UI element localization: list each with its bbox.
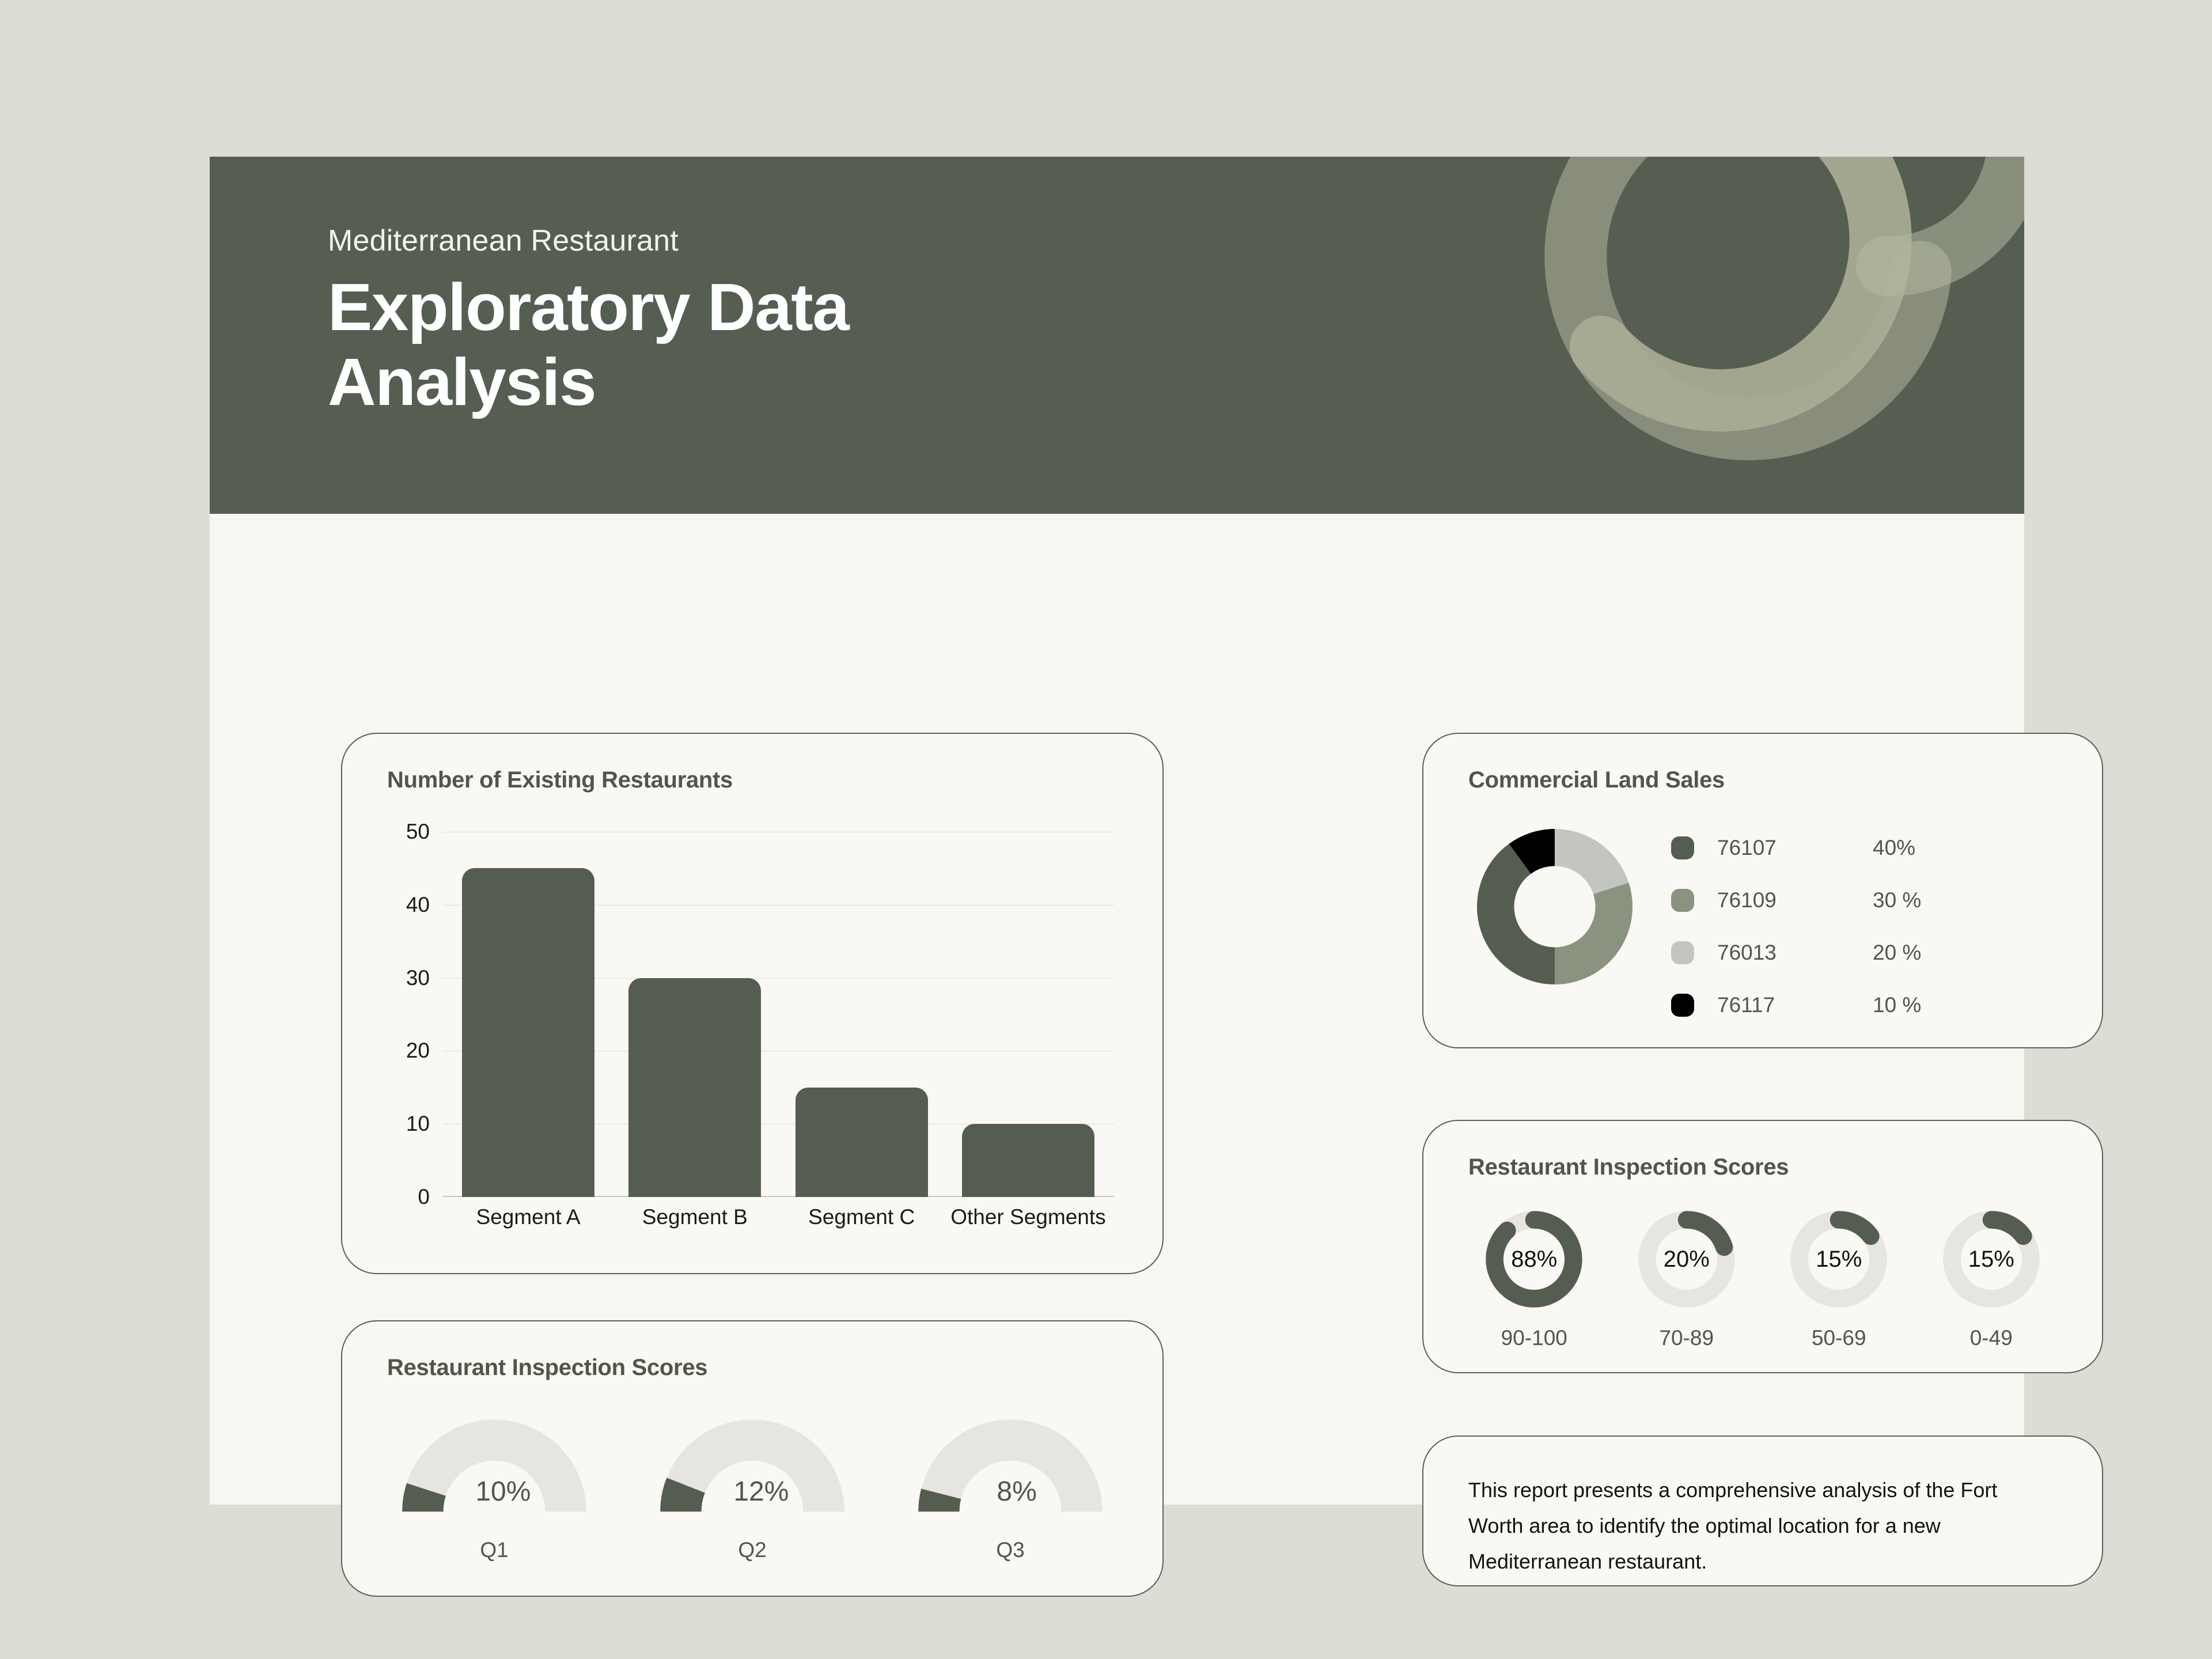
legend-label: 76013 — [1717, 940, 1777, 964]
radial-gauge-caption: 90-100 — [1501, 1326, 1567, 1350]
legend-swatch-icon — [1671, 836, 1694, 859]
bar-chart-bar-wrapper — [949, 832, 1107, 1197]
donut-slice[interactable] — [1555, 882, 1633, 984]
radial-gauge-ring: 88% — [1482, 1207, 1586, 1311]
legend-label: 76109 — [1717, 888, 1777, 912]
radial-gauge-caption: 50-69 — [1811, 1326, 1866, 1350]
legend-swatch-icon — [1671, 941, 1694, 964]
bar-chart-bar-wrapper — [449, 832, 607, 1197]
radial-gauge[interactable]: 88% 90-100 — [1468, 1207, 1600, 1350]
bar-chart-y-tick: 30 — [406, 965, 430, 990]
semicircle-gauge-caption: Q1 — [480, 1538, 509, 1562]
card-title-bar-chart: Number of Existing Restaurants — [387, 767, 733, 793]
legend-row[interactable]: 76109 30 % — [1671, 874, 2040, 926]
bar-chart-x-tick: Segment A — [476, 1205, 581, 1229]
bar-chart-x-tick: Segment B — [642, 1205, 748, 1229]
semicircle-gauge-value: 10% — [475, 1476, 531, 1507]
radial-gauge-ring: 20% — [1635, 1207, 1738, 1311]
bar-chart-bar[interactable] — [961, 1124, 1094, 1197]
radial-gauge-value: 88% — [1511, 1246, 1558, 1272]
card-inspection-scores-quarterly: Restaurant Inspection Scores 10% Q1 12% Q2 8… — [341, 1320, 1164, 1597]
radial-gauge-ring: 15% — [1940, 1207, 2043, 1311]
semicircle-gauge-caption: Q3 — [996, 1538, 1025, 1562]
page-title-line1: Exploratory Data — [328, 270, 850, 345]
bar-chart-bar[interactable] — [462, 868, 595, 1197]
summary-note-text: This report presents a comprehensive ana… — [1468, 1478, 1998, 1573]
bar-chart-y-tick: 50 — [406, 820, 430, 843]
legend-row[interactable]: 76013 20 % — [1671, 926, 2040, 979]
bar-chart: 0 10 20 30 40 50 Segment A Segment B Segment C O… — [387, 820, 1130, 1235]
legend-row[interactable]: 76107 40% — [1671, 821, 2040, 874]
semicircle-gauge-arc: 10% — [396, 1414, 592, 1517]
semicircle-gauge[interactable]: 12% Q2 — [631, 1414, 873, 1562]
bar-chart-x-axis: Segment A Segment B Segment C Other Segment… — [442, 1205, 1114, 1229]
bar-chart-y-tick: 20 — [406, 1039, 430, 1063]
donut-chart-legend: 76107 40% 76109 30 % 76013 20 % 76117 10 % — [1671, 821, 2040, 1031]
poster-header: Mediterranean Restaurant Exploratory Dat… — [210, 157, 2024, 514]
radial-gauge-value: 20% — [1663, 1246, 1710, 1272]
card-title-radial-gauges: Restaurant Inspection Scores — [1468, 1154, 1789, 1180]
donut-chart — [1468, 820, 1641, 993]
bar-chart-y-tick: 0 — [418, 1185, 430, 1209]
bar-chart-bar[interactable] — [795, 1087, 928, 1197]
legend-value: 20 % — [1873, 940, 1922, 964]
semicircle-gauge[interactable]: 10% Q1 — [373, 1414, 615, 1562]
bar-chart-bars — [442, 832, 1114, 1197]
header-eyebrow: Mediterranean Restaurant — [328, 224, 679, 257]
donut-slice[interactable] — [1555, 829, 1629, 895]
bar-chart-x-tick: Segment C — [808, 1205, 915, 1229]
radial-gauge[interactable]: 20% 70-89 — [1620, 1207, 1753, 1350]
legend-value: 40% — [1873, 835, 1916, 859]
semicircle-gauge-value: 12% — [733, 1476, 789, 1507]
bar-chart-plot-area — [442, 832, 1114, 1197]
radial-gauge[interactable]: 15% 0-49 — [1925, 1207, 2058, 1350]
semicircle-gauge-caption: Q2 — [738, 1538, 767, 1562]
legend-row[interactable]: 76117 10 % — [1671, 979, 2040, 1031]
legend-label: 76107 — [1717, 835, 1777, 859]
page-title: Exploratory Data Analysis — [328, 270, 850, 420]
donut-chart-svg — [1477, 829, 1633, 984]
semicircle-gauge-arc: 8% — [912, 1414, 1108, 1517]
card-existing-restaurants: Number of Existing Restaurants 0 10 20 30 40… — [341, 733, 1164, 1274]
bar-chart-y-axis: 0 10 20 30 40 50 — [387, 820, 440, 1209]
legend-value: 30 % — [1873, 888, 1922, 912]
legend-swatch-icon — [1671, 888, 1694, 912]
bar-chart-y-tick: 40 — [406, 892, 430, 916]
semicircle-gauge[interactable]: 8% Q3 — [889, 1414, 1131, 1562]
radial-gauge-value: 15% — [1816, 1246, 1862, 1272]
semicircle-gauge-arc: 12% — [654, 1414, 850, 1517]
bar-chart-x-tick: Other Segments — [950, 1205, 1106, 1229]
spiral-swirl-decoration — [1544, 157, 2024, 460]
card-inspection-scores-ranges: Restaurant Inspection Scores 88% 90-100 20… — [1422, 1120, 2103, 1373]
radial-gauge[interactable]: 15% 50-69 — [1772, 1207, 1905, 1350]
legend-label: 76117 — [1717, 993, 1775, 1017]
radial-gauge-group: 88% 90-100 20% 70-89 15% 50-69 15% 0-49 — [1458, 1207, 2067, 1350]
radial-gauge-ring: 15% — [1787, 1207, 1891, 1311]
card-commercial-land-sales: Commercial Land Sales 76107 40% 76109 30 % 7… — [1422, 733, 2103, 1048]
card-title-donut: Commercial Land Sales — [1468, 767, 1725, 793]
infographic-poster: Mediterranean Restaurant Exploratory Dat… — [0, 0, 2212, 1659]
radial-gauge-caption: 70-89 — [1659, 1326, 1714, 1350]
legend-value: 10 % — [1873, 993, 1922, 1017]
page-title-line2: Analysis — [328, 344, 597, 420]
bar-chart-bar-wrapper — [616, 832, 774, 1197]
semicircle-gauge-value: 8% — [997, 1476, 1037, 1507]
card-title-half-gauges: Restaurant Inspection Scores — [387, 1355, 708, 1380]
bar-chart-bar-wrapper — [783, 832, 941, 1197]
poster-sheet: Mediterranean Restaurant Exploratory Dat… — [210, 157, 2103, 1597]
card-summary-note: This report presents a comprehensive ana… — [1422, 1435, 2103, 1586]
header-text-block: Mediterranean Restaurant Exploratory Dat… — [328, 224, 850, 420]
legend-swatch-icon — [1671, 993, 1694, 1017]
semicircle-gauge-group: 10% Q1 12% Q2 8% Q3 — [365, 1414, 1139, 1562]
bar-chart-y-tick: 10 — [406, 1112, 430, 1136]
bar-chart-bar[interactable] — [628, 978, 762, 1197]
radial-gauge-caption: 0-49 — [1969, 1326, 2013, 1350]
radial-gauge-value: 15% — [1968, 1246, 2014, 1272]
